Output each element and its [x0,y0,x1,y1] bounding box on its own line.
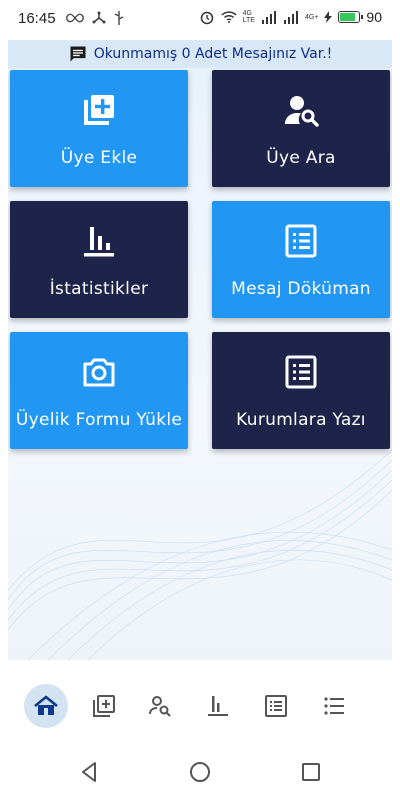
nav-item-add-member[interactable] [82,684,126,728]
home-circle-icon[interactable] [188,760,212,784]
bolt-icon [324,11,333,23]
list-alt-icon [265,695,287,717]
nav-item-documents[interactable] [254,684,298,728]
camera-icon [83,358,115,387]
tile-add-member[interactable]: Üye Ekle [10,70,188,187]
tile-statistics[interactable]: İstatistikler [10,201,188,318]
usb-icon [114,11,124,25]
status-time: 16:45 [18,10,56,27]
dashboard: Okunmamış 0 Adet Mesajınız Var.! Üye Ekl… [8,40,392,660]
nav-item-list[interactable] [312,684,356,728]
bar-chart-icon [84,227,114,257]
tile-label: Üyelik Formu Yükle [15,410,183,430]
message-banner-text: Okunmamış 0 Adet Mesajınız Var.! [93,46,333,62]
tile-label: Üye Ara [266,148,336,168]
tile-label: İstatistikler [49,279,149,299]
message-icon [70,46,86,62]
tile-upload-membership-form[interactable]: Üyelik Formu Yükle [10,332,188,449]
tile-search-member[interactable]: Üye Ara [212,70,390,187]
list-alt-icon [285,224,317,258]
signal-icon [283,11,298,24]
nav-item-home[interactable] [24,684,68,728]
share-icon [92,11,106,24]
nav-item-statistics[interactable] [196,684,240,728]
alarm-icon [200,11,213,25]
home-icon [34,695,58,715]
background-wave [8,449,392,660]
tile-message-document[interactable]: Mesaj Döküman [212,201,390,318]
back-icon[interactable] [78,760,102,784]
bottom-navigation [0,670,400,740]
recents-icon[interactable] [299,760,323,784]
status-bar: 16:45 4G LTE 4G+ 90 [0,0,400,40]
nav-item-search-member[interactable] [138,684,182,728]
tile-label: Kurumlara Yazı [236,410,366,430]
network-label-top: 4G [242,10,252,17]
list-alt-icon [285,355,317,389]
wifi-icon [221,11,237,23]
system-navigation-bar [0,740,400,800]
signal-icon [261,11,276,24]
network-label-bottom: LTE [242,17,255,24]
message-banner[interactable]: Okunmamış 0 Adet Mesajınız Var.! [8,40,392,68]
battery-icon [338,11,364,23]
tile-label: Üye Ekle [60,148,138,168]
tile-letter-to-institutions[interactable]: Kurumlara Yazı [212,332,390,449]
add-library-icon [84,95,114,125]
network-label-2: 4G+ [304,13,319,21]
person-search-icon [149,696,171,717]
person-search-icon [285,96,319,127]
infinity-icon [66,13,84,23]
list-icon [324,697,344,715]
bar-chart-icon [208,696,228,716]
add-library-icon [93,695,115,717]
tile-label: Mesaj Döküman [231,279,371,299]
battery-percent: 90 [366,9,382,25]
